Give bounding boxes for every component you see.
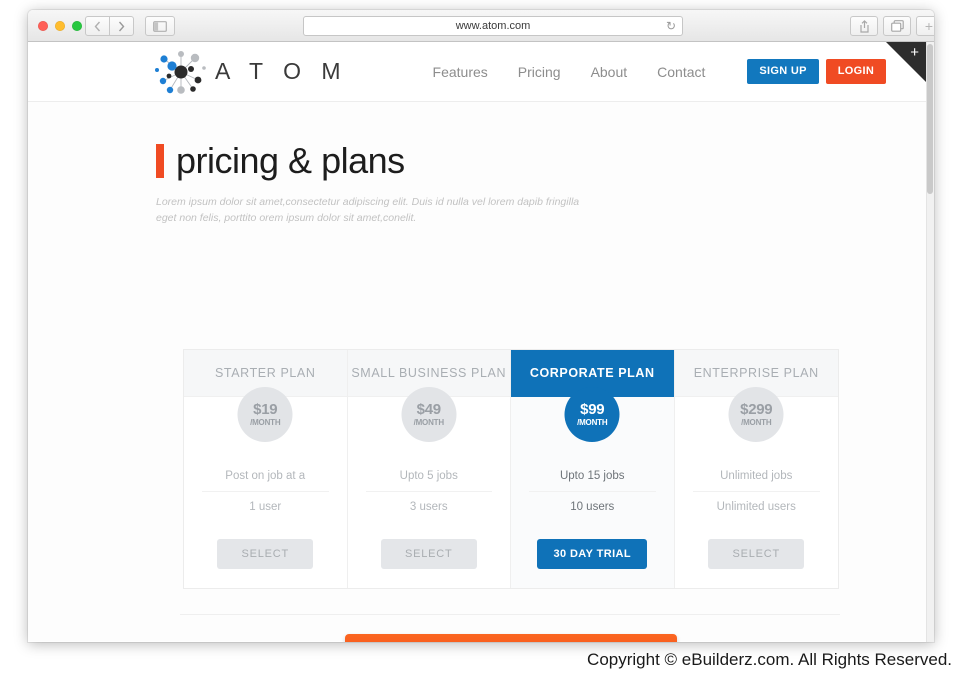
- free-trial-cta-button[interactable]: 30 DAY FREE TRIAL - SIGN UP NOW: [345, 634, 677, 642]
- plan-card-starter: STARTER PLAN $19 /MONTH Post on job at a…: [184, 350, 348, 588]
- url-bar[interactable]: www.atom.com ↻: [303, 16, 683, 36]
- plan-action: SELECT: [184, 539, 347, 569]
- page-heading-block: pricing & plans Lorem ipsum dolor sit am…: [28, 102, 934, 227]
- price-amount: $299: [740, 401, 773, 418]
- sidebar-toggle-icon: [153, 20, 167, 32]
- brand-logo-link[interactable]: A T O M: [155, 49, 348, 95]
- copyright-text: Copyright © eBuilderz.com. All Rights Re…: [587, 650, 952, 669]
- nav-link-pricing[interactable]: Pricing: [518, 64, 561, 80]
- plan-action: SELECT: [675, 539, 839, 569]
- browser-toolbar: www.atom.com ↻ +: [28, 10, 934, 42]
- back-button[interactable]: [85, 16, 110, 36]
- corner-fold-triangle: [886, 42, 926, 82]
- corner-fold-badge[interactable]: +: [886, 42, 926, 82]
- trial-button[interactable]: 30 DAY TRIAL: [537, 539, 648, 569]
- share-button[interactable]: [850, 16, 878, 36]
- price-period: /MONTH: [250, 418, 281, 427]
- select-button[interactable]: SELECT: [708, 539, 805, 569]
- plan-feature: 3 users: [409, 501, 448, 513]
- page-title-text: pricing & plans: [176, 140, 405, 181]
- page-scrollbar[interactable]: [926, 42, 934, 642]
- window-minimize-button[interactable]: [55, 21, 65, 31]
- select-button[interactable]: SELECT: [217, 539, 314, 569]
- plan-card-small-business: SMALL BUSINESS PLAN $49 /MONTH Upto 5 jo…: [347, 350, 511, 588]
- reload-icon[interactable]: ↻: [666, 20, 676, 33]
- price-amount: $99: [580, 401, 605, 418]
- price-period: /MONTH: [413, 418, 445, 427]
- plan-name: SMALL BUSINESS PLAN: [351, 366, 507, 380]
- page-root: www.atom.com ↻ + + A T O M Features Pric…: [0, 0, 964, 700]
- plan-feature: Unlimited users: [716, 501, 796, 513]
- plan-feature: 1 user: [249, 501, 282, 513]
- plan-action: SELECT: [348, 539, 511, 569]
- copyright-bar: Copyright © eBuilderz.com. All Rights Re…: [0, 650, 964, 670]
- page-viewport: + A T O M Features Pricing About Contact…: [28, 42, 934, 642]
- price-amount: $19: [253, 401, 278, 418]
- nav-link-about[interactable]: About: [591, 64, 628, 80]
- sign-up-button[interactable]: SIGN UP: [747, 59, 819, 84]
- page-content: pricing & plans Lorem ipsum dolor sit am…: [28, 102, 934, 642]
- tabs-overview-icon: [890, 20, 904, 32]
- brand-name: A T O M: [215, 58, 348, 84]
- plus-icon: +: [910, 44, 919, 61]
- plan-name: ENTERPRISE PLAN: [693, 366, 819, 380]
- nav-link-contact[interactable]: Contact: [657, 64, 705, 80]
- price-badge: $49 /MONTH: [401, 387, 457, 442]
- forward-button[interactable]: [109, 16, 134, 36]
- price-amount: $49: [416, 401, 441, 418]
- share-icon: [859, 19, 869, 33]
- window-zoom-button[interactable]: [72, 21, 82, 31]
- login-button[interactable]: LOGIN: [825, 59, 887, 84]
- cta-divider: [180, 614, 840, 615]
- plan-action: 30 DAY TRIAL: [511, 539, 674, 569]
- chevron-right-icon: [118, 21, 125, 31]
- new-tab-button[interactable]: +: [916, 16, 934, 36]
- atom-molecule-logo-icon: [155, 50, 206, 94]
- scrollbar-thumb[interactable]: [927, 44, 933, 194]
- price-period: /MONTH: [577, 418, 608, 427]
- price-badge: $99 /MONTH: [564, 387, 620, 442]
- price-badge: $299 /MONTH: [728, 387, 784, 442]
- url-text: www.atom.com: [455, 20, 531, 32]
- plan-name: STARTER PLAN: [214, 366, 316, 380]
- plan-feature: Upto 5 jobs: [365, 461, 492, 492]
- plan-name: CORPORATE PLAN: [529, 366, 655, 380]
- plan-card-corporate: CORPORATE PLAN $99 /MONTH Upto 15 jobs 1…: [511, 350, 675, 588]
- title-accent-bar: [156, 144, 164, 178]
- plan-feature: 10 users: [570, 501, 615, 513]
- chevron-left-icon: [94, 21, 101, 31]
- main-nav: Features Pricing About Contact SIGN UP L…: [433, 59, 887, 84]
- price-period: /MONTH: [741, 418, 772, 427]
- plan-card-enterprise: ENTERPRISE PLAN $299 /MONTH Unlimited jo…: [674, 350, 839, 588]
- plan-feature: Unlimited jobs: [692, 461, 820, 492]
- page-subtitle: Lorem ipsum dolor sit amet,consectetur a…: [156, 196, 580, 225]
- pricing-table: STARTER PLAN $19 /MONTH Post on job at a…: [183, 349, 839, 589]
- select-button[interactable]: SELECT: [380, 539, 477, 569]
- browser-window: www.atom.com ↻ + + A T O M Features Pric…: [28, 10, 934, 642]
- window-close-button[interactable]: [38, 21, 48, 31]
- nav-link-features[interactable]: Features: [433, 64, 488, 80]
- site-header: A T O M Features Pricing About Contact S…: [28, 42, 934, 102]
- sidebar-toggle-button[interactable]: [145, 16, 175, 36]
- plan-feature: Upto 15 jobs: [529, 461, 656, 492]
- page-title: pricing & plans: [156, 140, 934, 182]
- show-tabs-button[interactable]: [883, 16, 911, 36]
- plan-feature: Post on job at a: [202, 461, 329, 492]
- price-badge: $19 /MONTH: [237, 387, 293, 442]
